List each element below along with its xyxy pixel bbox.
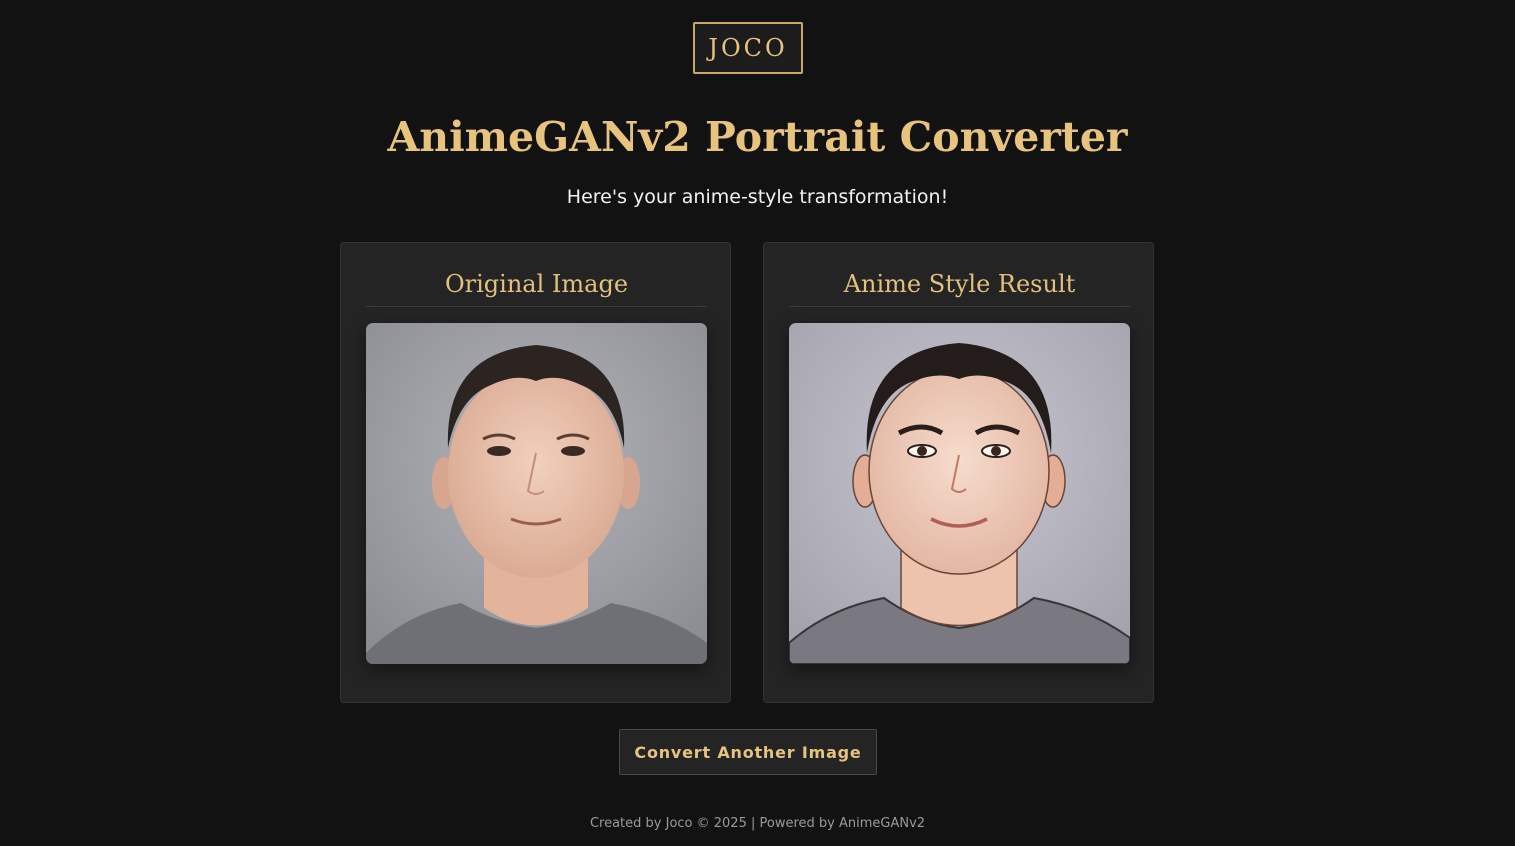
anime-result-image xyxy=(789,323,1130,664)
original-portrait-graphic xyxy=(366,323,707,664)
footer-credits: Created by Joco © 2025 | Powered by Anim… xyxy=(589,816,926,831)
convert-another-image-button[interactable]: Convert Another Image xyxy=(619,729,877,775)
anime-result-heading: Anime Style Result xyxy=(789,265,1130,307)
anime-result-card: Anime Style Result xyxy=(763,242,1154,703)
anime-portrait-graphic xyxy=(789,323,1130,664)
page-subtitle: Here's your anime-style transformation! xyxy=(566,186,949,208)
joco-logo: JOCO xyxy=(693,22,803,74)
original-image-heading: Original Image xyxy=(366,265,707,307)
original-image xyxy=(366,323,707,664)
original-image-card: Original Image xyxy=(340,242,731,703)
page-title: AnimeGANv2 Portrait Converter xyxy=(387,113,1128,161)
